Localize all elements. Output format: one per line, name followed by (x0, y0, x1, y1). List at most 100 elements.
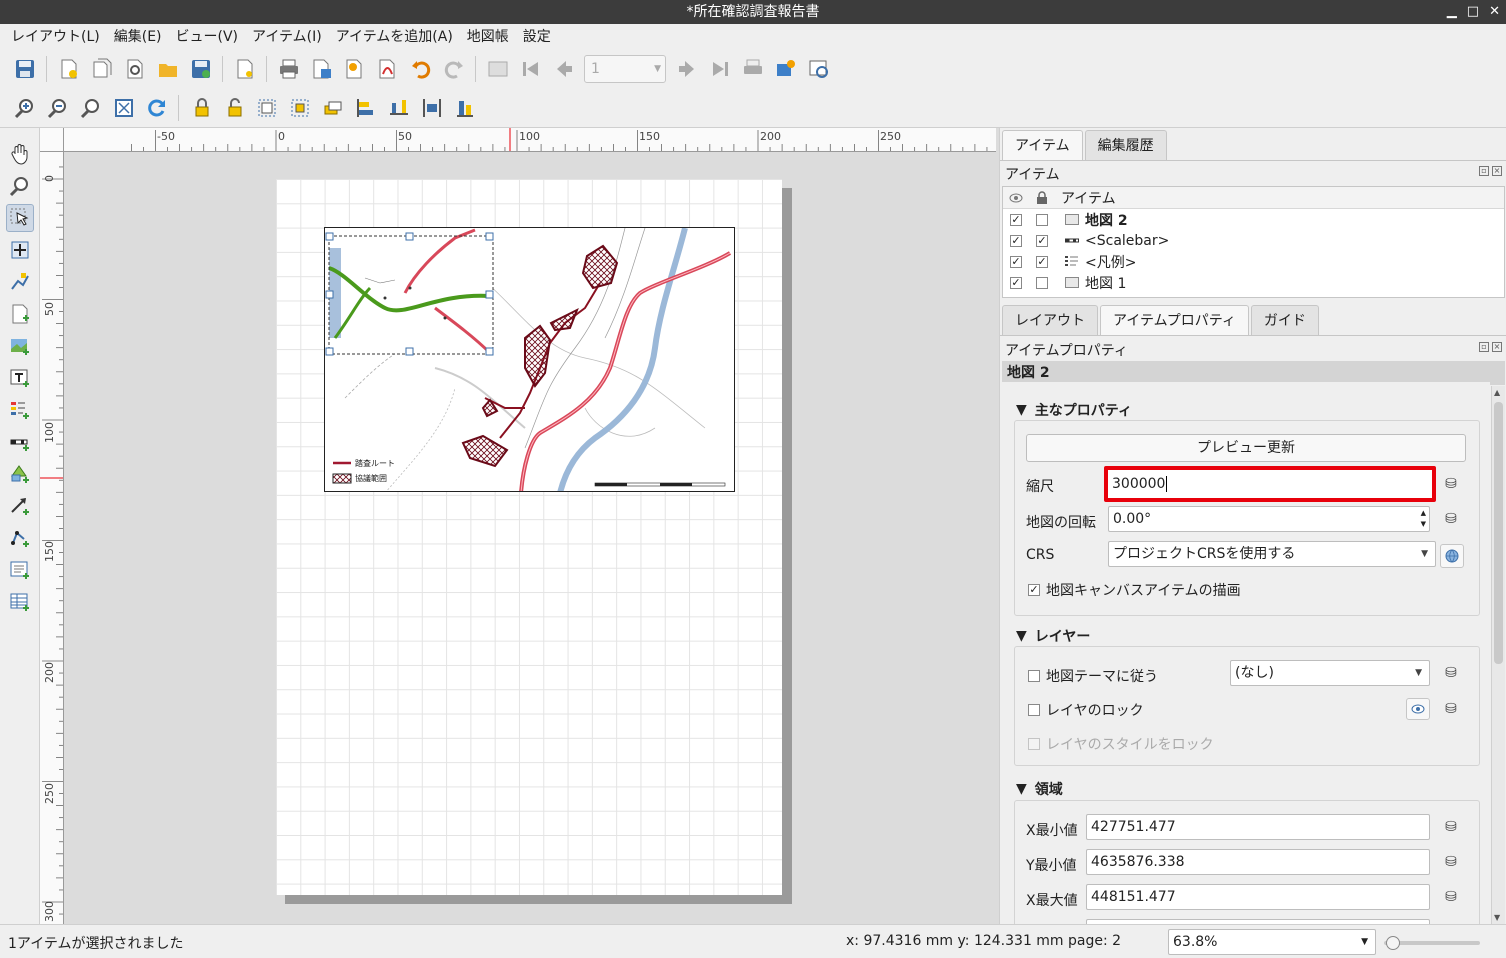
save-icon[interactable] (11, 56, 38, 83)
main-properties-group-header[interactable]: ▼ 主なプロパティ (1016, 400, 1132, 420)
close-icon[interactable]: × (1492, 342, 1502, 352)
data-defined-override-icon[interactable]: ⛁ (1438, 851, 1464, 873)
tab-items[interactable]: アイテム (1002, 130, 1083, 160)
atlas-page-combo[interactable]: 1 ▼ (584, 55, 666, 83)
zoom-level-combo[interactable]: 63.8% ▼ (1168, 929, 1376, 955)
export-atlas-image-icon[interactable] (772, 56, 799, 83)
tab-item-properties[interactable]: アイテムプロパティ (1100, 305, 1249, 335)
data-defined-override-icon[interactable]: ⛁ (1438, 473, 1464, 495)
visibility-checkbox[interactable]: ✓ (1010, 255, 1022, 268)
minimize-icon[interactable]: ▁ (1447, 0, 1457, 24)
raise-items-icon[interactable] (319, 94, 346, 121)
layer-visibility-eye-icon[interactable] (1406, 698, 1430, 720)
undo-icon[interactable] (407, 56, 434, 83)
tab-undo-history[interactable]: 編集履歴 (1084, 130, 1167, 160)
refresh-icon[interactable] (143, 94, 170, 121)
zoom-slider-handle[interactable] (1386, 936, 1400, 950)
layout-canvas[interactable]: 踏査ルート 協議範囲 (64, 152, 996, 924)
zoom-in-icon[interactable] (11, 94, 38, 121)
last-feature-icon[interactable] (706, 56, 733, 83)
first-feature-icon[interactable] (517, 56, 544, 83)
print-icon[interactable] (275, 56, 302, 83)
align-items-icon[interactable] (352, 94, 379, 121)
menu-atlas[interactable]: 地図帳 (460, 24, 516, 50)
tab-guides[interactable]: ガイド (1250, 305, 1319, 335)
item-row[interactable]: ✓ 地図 2 (1003, 209, 1504, 230)
horizontal-ruler[interactable]: -50 0 50 100 150 200 250 (64, 128, 996, 152)
add-label-icon[interactable] (6, 364, 34, 392)
data-defined-override-icon[interactable]: ⛁ (1438, 508, 1464, 530)
xmin-input[interactable]: 427751.477 (1086, 814, 1430, 840)
select-move-icon[interactable] (5, 204, 34, 232)
export-svg-icon[interactable] (341, 56, 368, 83)
follow-theme-row[interactable]: 地図テーマに従う (1028, 666, 1158, 686)
ymin-input[interactable]: 4635876.338 (1086, 849, 1430, 875)
export-image-icon[interactable] (308, 56, 335, 83)
previous-feature-icon[interactable] (550, 56, 577, 83)
zoom-slider[interactable] (1384, 936, 1480, 950)
properties-scroll-area[interactable]: ▼ 主なプロパティ プレビュー更新 縮尺 300000 ⛁ 地図の回転 0.00… (1002, 382, 1490, 924)
menu-layout[interactable]: レイアウト(L) (4, 24, 107, 50)
new-layout-icon[interactable] (55, 56, 82, 83)
duplicate-layout-icon[interactable] (88, 56, 115, 83)
item-row[interactable]: ✓ ✓ <凡例> (1003, 251, 1504, 272)
vertical-ruler[interactable]: 0 50 100 150 200 250 300 (40, 152, 64, 924)
add-page-icon[interactable] (6, 300, 34, 328)
rotation-spinbox[interactable]: 0.00° ▲ ▼ (1108, 506, 1430, 532)
add-map-icon[interactable] (6, 332, 34, 360)
print-atlas-icon[interactable] (739, 56, 766, 83)
data-defined-override-icon[interactable]: ⛁ (1438, 698, 1464, 720)
add-attribute-table-icon[interactable] (6, 588, 34, 616)
size-items-icon[interactable] (451, 94, 478, 121)
menu-edit[interactable]: 編集(E) (107, 24, 169, 50)
scroll-up-icon[interactable]: ▲ (1494, 388, 1500, 397)
resize-items-icon[interactable] (418, 94, 445, 121)
data-defined-override-icon[interactable]: ⛁ (1438, 662, 1464, 684)
follow-theme-checkbox[interactable] (1028, 670, 1040, 682)
item-row[interactable]: ✓ 地図 1 (1003, 272, 1504, 293)
map-theme-combo[interactable]: (なし) ▼ (1230, 660, 1430, 686)
lock-items-icon[interactable] (187, 94, 214, 121)
xmax-input[interactable]: 448151.477 (1086, 884, 1430, 910)
maximize-icon[interactable]: □ (1467, 0, 1479, 24)
visibility-checkbox[interactable]: ✓ (1010, 276, 1022, 289)
crs-combo[interactable]: プロジェクトCRSを使用する ▼ (1108, 541, 1436, 567)
menu-view[interactable]: ビュー(V) (169, 24, 246, 50)
float-icon[interactable]: ▫ (1479, 166, 1489, 176)
save-as-template-icon[interactable] (187, 56, 214, 83)
lock-checkbox[interactable]: ✓ (1036, 234, 1048, 247)
lock-layers-row[interactable]: レイヤのロック (1028, 700, 1144, 720)
edit-nodes-icon[interactable] (6, 268, 34, 296)
data-defined-override-icon[interactable]: ⛁ (1438, 886, 1464, 908)
add-nodes-item-icon[interactable] (6, 524, 34, 552)
add-scalebar-icon[interactable] (6, 428, 34, 456)
ungroup-items-icon[interactable] (286, 94, 313, 121)
crs-select-globe-icon[interactable] (1440, 544, 1464, 568)
float-icon[interactable]: ▫ (1479, 342, 1489, 352)
add-shape-icon[interactable] (6, 460, 34, 488)
next-feature-icon[interactable] (673, 56, 700, 83)
tab-layout[interactable]: レイアウト (1002, 305, 1098, 335)
layout-manager-icon[interactable] (121, 56, 148, 83)
zoom-full-icon[interactable] (110, 94, 137, 121)
add-arrow-icon[interactable] (6, 492, 34, 520)
export-pdf-icon[interactable] (374, 56, 401, 83)
lock-layers-checkbox[interactable] (1028, 704, 1040, 716)
visibility-checkbox[interactable]: ✓ (1010, 234, 1022, 247)
draw-canvas-items-row[interactable]: ✓ 地図キャンバスアイテムの描画 (1028, 580, 1241, 600)
menu-settings[interactable]: 設定 (516, 24, 558, 50)
new-page-icon[interactable] (231, 56, 258, 83)
lock-checkbox[interactable] (1036, 213, 1048, 226)
scale-input[interactable]: 300000 (1104, 466, 1436, 502)
add-legend-icon[interactable] (6, 396, 34, 424)
open-folder-icon[interactable] (154, 56, 181, 83)
lock-checkbox[interactable]: ✓ (1036, 255, 1048, 268)
draw-canvas-items-checkbox[interactable]: ✓ (1028, 584, 1040, 596)
scrollbar-thumb[interactable] (1494, 402, 1503, 664)
update-preview-button[interactable]: プレビュー更新 (1026, 434, 1466, 462)
scroll-down-icon[interactable]: ▼ (1494, 913, 1500, 922)
add-html-icon[interactable] (6, 556, 34, 584)
menu-add-item[interactable]: アイテムを追加(A) (329, 24, 460, 50)
visibility-checkbox[interactable]: ✓ (1010, 213, 1022, 226)
spin-arrows-icon[interactable]: ▲ ▼ (1421, 508, 1426, 530)
